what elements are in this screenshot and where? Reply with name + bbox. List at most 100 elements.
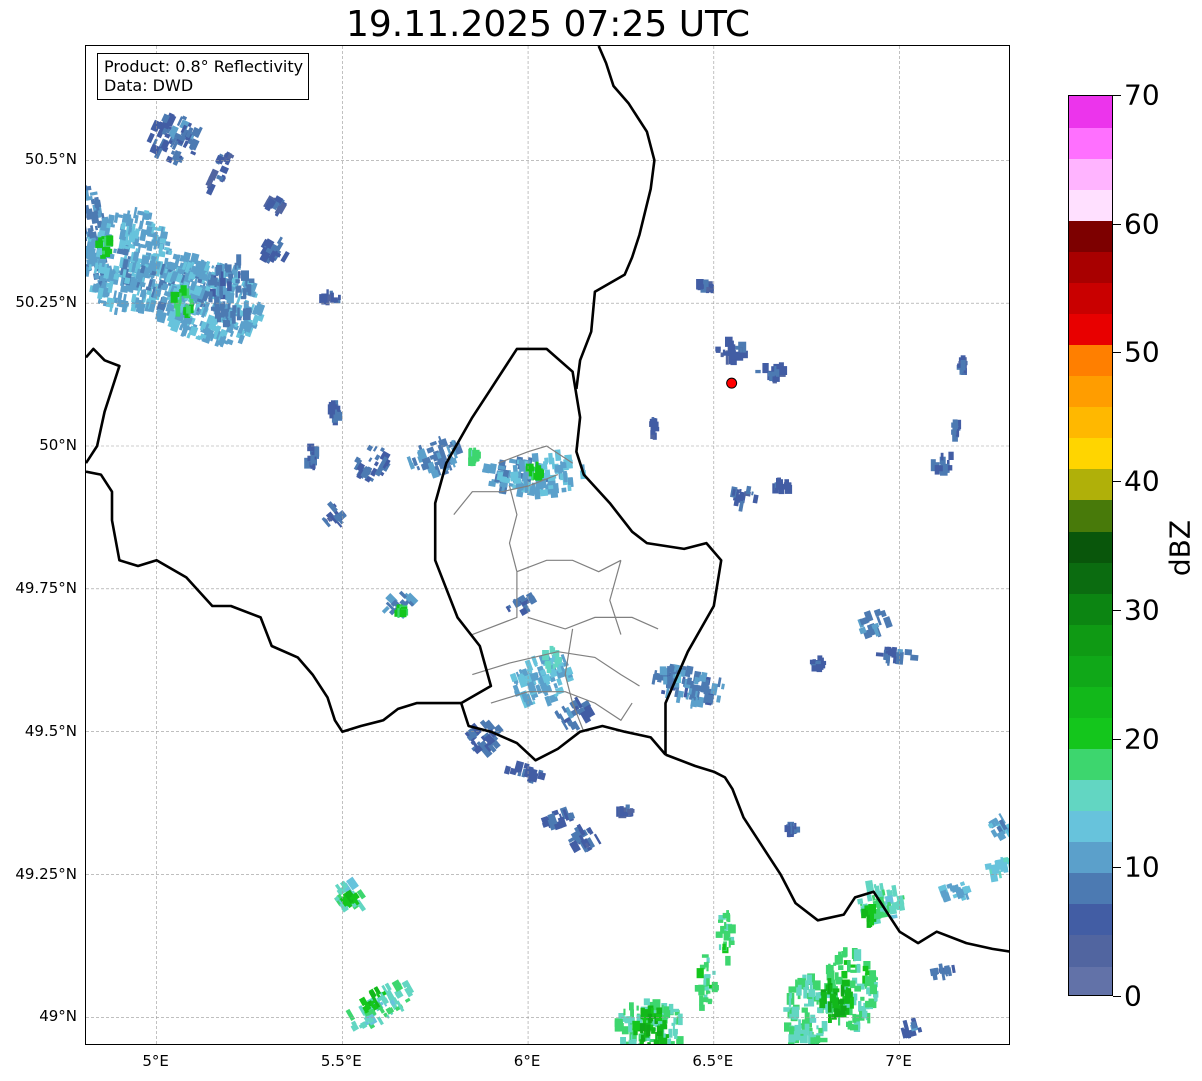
echo-cluster [259,236,290,264]
echo-pixel [852,1013,857,1023]
echo-pixel [678,1013,683,1026]
echo-pixel [94,225,99,231]
echo-pixel [668,1028,673,1038]
echo-pixel [866,914,870,922]
echo-pixel [715,931,723,938]
echo-pixel [168,250,173,255]
echo-pixel [951,429,957,435]
echo-pixel [880,609,887,618]
longitude-tick-label: 5°E [142,1052,169,1070]
echo-pixel [673,1017,677,1024]
radar-site-marker[interactable] [726,377,738,389]
echo-pixel [832,988,840,993]
longitude-tick-label: 6°E [513,1052,541,1070]
colorbar-segment [1069,810,1112,843]
echo-pixel [795,979,798,988]
echo-pixel [663,1006,670,1016]
colorbar-tick [1113,609,1121,611]
echo-pixel [809,659,816,665]
echo-pixel [146,132,155,144]
echo-pixel [706,990,711,994]
echo-pixel [788,986,797,993]
echo-pixel [809,1031,813,1036]
echo-pixel [233,269,238,278]
echo-pixel [860,996,865,1001]
echo-pixel [544,457,549,463]
echo-pixel [368,457,373,463]
colorbar-segment [1069,468,1112,501]
echo-pixel [551,457,556,470]
echo-pixel [216,271,219,277]
latitude-tick-label: 49.75°N [15,578,77,597]
echo-pixel [718,944,722,951]
echo-pixel [560,461,566,467]
echo-pixel [897,656,904,665]
echo-cluster [875,646,919,666]
colorbar-tick [1113,223,1121,225]
echo-pixel [628,1039,633,1044]
longitude-tick-label: 7°E [885,1052,912,1070]
echo-pixel [236,254,242,266]
echo-pixel [400,609,407,618]
echo-pixel [235,279,240,284]
echo-pixel [812,980,821,991]
echo-pixel [701,997,709,1003]
echo-pixel [810,1014,816,1023]
echo-pixel [113,307,119,316]
colorbar-tick-label: 20 [1124,722,1160,756]
echo-pixel [163,246,170,251]
colorbar-segment [1069,624,1112,656]
echo-pixel [799,1035,808,1044]
echo-cluster [715,336,748,366]
echo-cluster [857,608,893,640]
echo-pixel [896,895,904,903]
colorbar-tick [1113,481,1121,483]
echo-pixel [810,1037,816,1044]
data-source-label: Data: DWD [104,76,194,95]
echo-pixel [416,465,421,471]
echo-pixel [804,1003,809,1007]
colorbar-tick [1113,867,1121,869]
echo-pixel [391,979,404,992]
echo-pixel [696,968,704,979]
echo-cluster [468,447,481,467]
latitude-tick-label: 50.25°N [15,293,77,312]
colorbar-segment [1069,748,1112,781]
echo-cluster [937,881,972,903]
colorbar-segment [1069,189,1112,221]
latitude-tick-label: 49.25°N [15,864,77,883]
echo-pixel [816,1035,821,1042]
colorbar-segment [1069,562,1112,594]
echo-pixel [700,683,709,694]
echo-pixel [854,993,858,1001]
echo-pixel [834,955,840,965]
echo-pixel [561,487,567,493]
echo-pixel [319,294,327,304]
colorbar-segment [1069,313,1112,346]
radar-site-layer [726,377,738,389]
echo-pixel [727,344,736,356]
echo-pixel [556,677,563,686]
echo-pixel [183,307,187,315]
echo-pixel [787,826,791,838]
echo-pixel [752,494,759,504]
colorbar-segment [1069,406,1112,439]
radar-map[interactable] [86,46,1010,1045]
echo-pixel [700,284,704,289]
echo-pixel [948,451,954,460]
echo-pixel [593,833,602,845]
radar-map-panel[interactable] [85,45,1010,1045]
echo-pixel [228,273,234,279]
colorbar-segment [1069,717,1112,750]
echo-cluster [567,823,602,854]
colorbar-segment [1069,934,1112,967]
echo-pixel [327,404,335,415]
echo-pixel [816,1025,819,1030]
echo-pixel [866,987,870,995]
echo-pixel [873,996,878,1002]
echo-pixel [86,241,96,252]
echo-pixel [531,452,539,462]
echo-pixel [629,1002,634,1011]
echo-pixel [835,976,843,985]
echo-pixel [706,961,709,972]
